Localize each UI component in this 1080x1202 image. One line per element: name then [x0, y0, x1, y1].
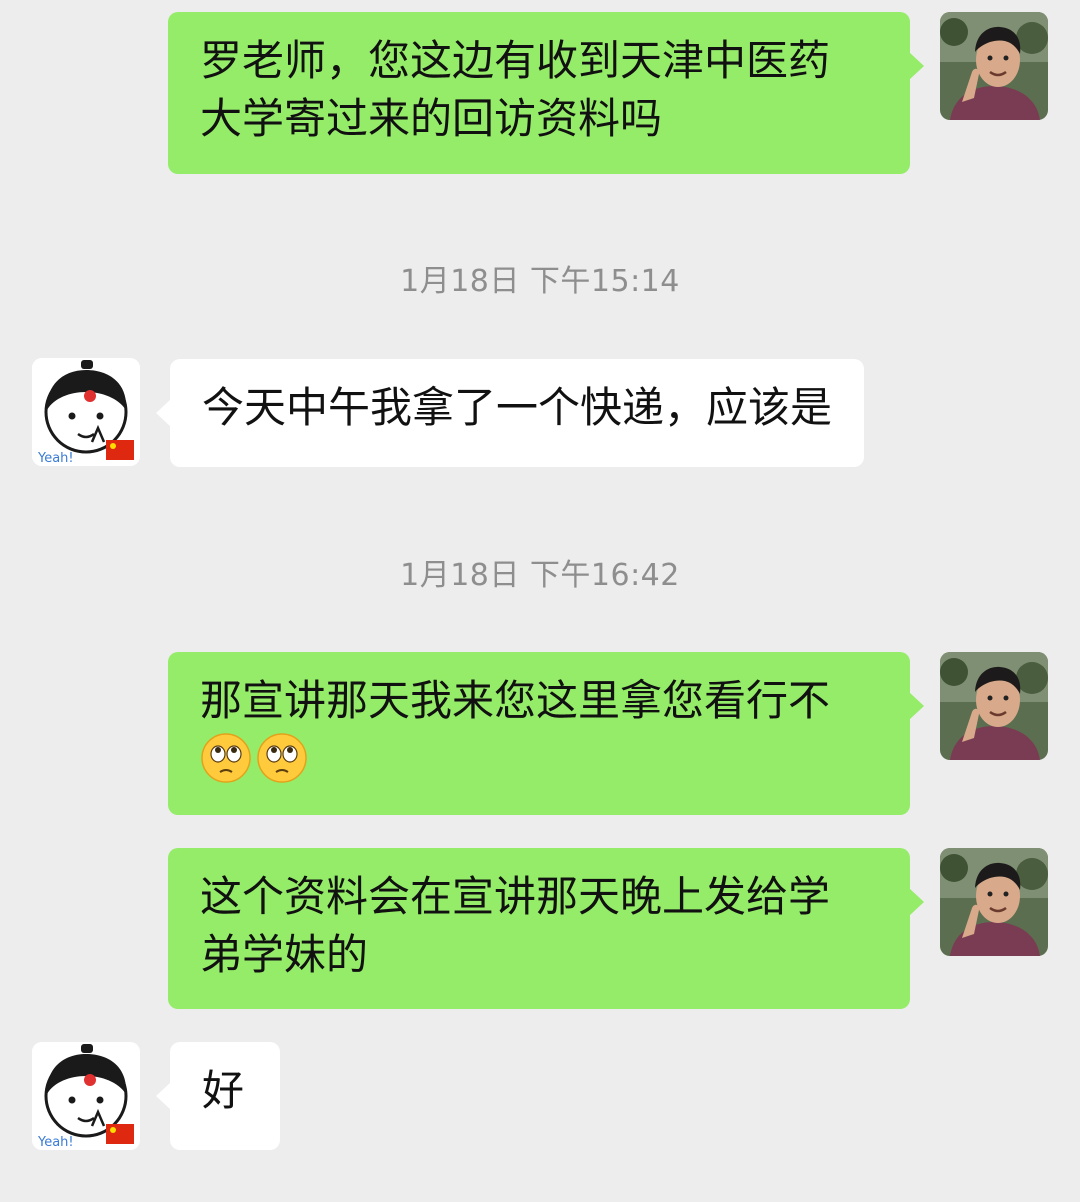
- cartoon-boy-icon: Yeah!: [32, 358, 140, 466]
- outgoing-message-bubble[interactable]: 这个资料会在宣讲那天晚上发给学 弟学妹的: [168, 848, 924, 1009]
- chat-message-list[interactable]: 罗老师，您这边有收到天津中医药 大学寄过来的回访资料吗 1月18日 下午15:1…: [0, 0, 1080, 1202]
- message-text: 那宣讲那天我来您这里拿您看行不: [200, 676, 831, 725]
- message-text: 这个资料会在宣讲那天晚上发给学: [200, 872, 831, 921]
- eye-roll-emoji: [200, 732, 252, 784]
- message-text: 今天中午我拿了一个快递，应该是: [202, 383, 833, 432]
- my-avatar[interactable]: [940, 12, 1048, 120]
- user-photo-icon: [940, 652, 1048, 760]
- eye-roll-emoji: [256, 732, 308, 784]
- user-photo-icon: [940, 12, 1048, 120]
- message-text: 好: [202, 1066, 245, 1115]
- outgoing-message-bubble[interactable]: 罗老师，您这边有收到天津中医药 大学寄过来的回访资料吗: [168, 12, 924, 174]
- message-text: 大学寄过来的回访资料吗: [200, 94, 663, 143]
- avatar-yeah-text: Yeah!: [37, 451, 74, 466]
- friend-avatar[interactable]: Yeah!: [32, 1042, 140, 1150]
- my-avatar[interactable]: [940, 848, 1048, 956]
- incoming-message-bubble[interactable]: 好: [156, 1042, 280, 1150]
- incoming-message-bubble[interactable]: 今天中午我拿了一个快递，应该是: [155, 359, 865, 467]
- my-avatar[interactable]: [940, 652, 1048, 760]
- friend-avatar[interactable]: Yeah!: [32, 358, 140, 466]
- message-timestamp: 1月18日 下午16:42: [400, 558, 680, 593]
- message-text: 弟学妹的: [200, 930, 369, 979]
- emoji-row: [200, 732, 878, 784]
- message-timestamp: 1月18日 下午15:14: [400, 264, 680, 299]
- avatar-yeah-text: Yeah!: [37, 1135, 74, 1150]
- outgoing-message-bubble[interactable]: 那宣讲那天我来您这里拿您看行不: [168, 652, 924, 815]
- user-photo-icon: [940, 848, 1048, 956]
- message-text: 罗老师，您这边有收到天津中医药: [200, 36, 831, 85]
- cartoon-boy-icon: Yeah!: [32, 1042, 140, 1150]
